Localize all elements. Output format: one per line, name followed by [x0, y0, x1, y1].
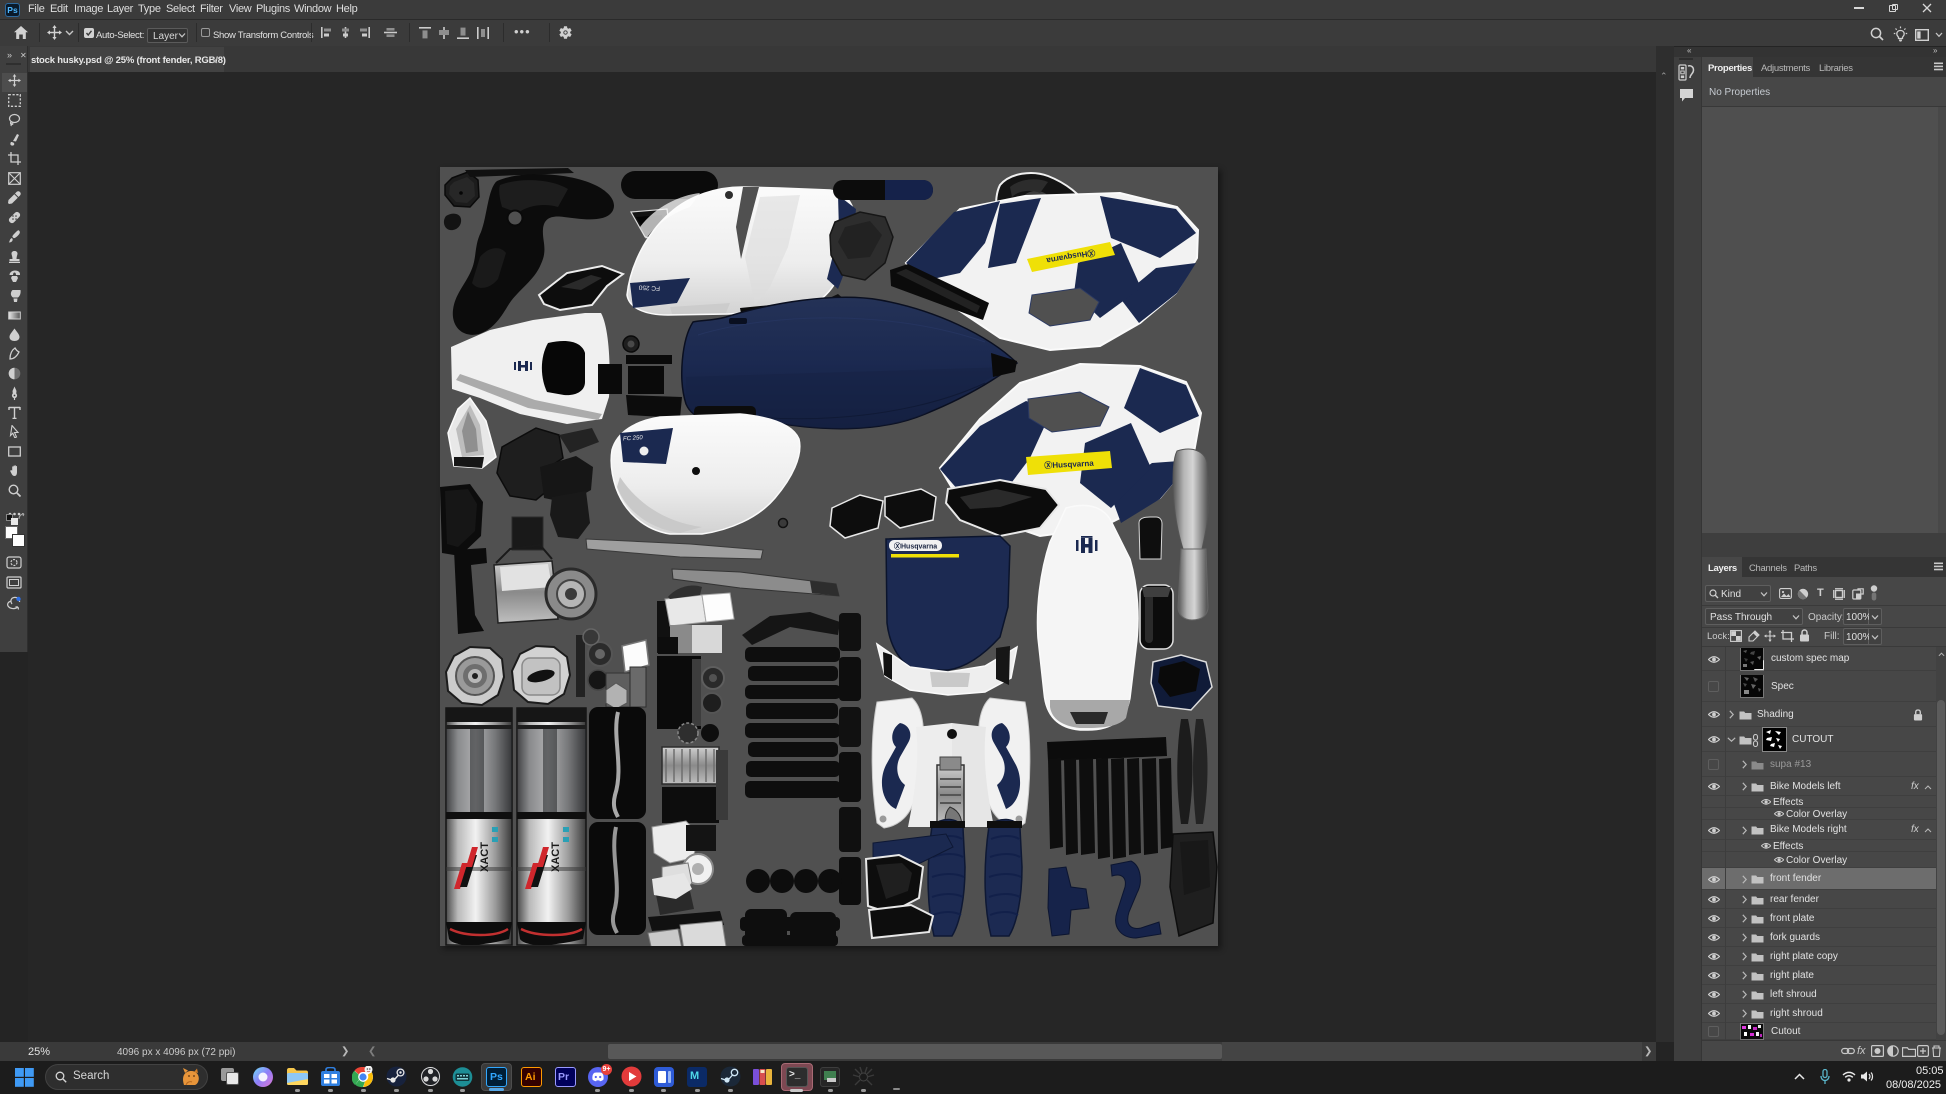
svg-text:FC 250: FC 250 [638, 283, 660, 291]
svg-text:XACT: XACT [550, 842, 562, 872]
svg-text:XACT: XACT [479, 842, 491, 872]
svg-text:ⓍHusqvarna: ⓍHusqvarna [894, 542, 937, 551]
